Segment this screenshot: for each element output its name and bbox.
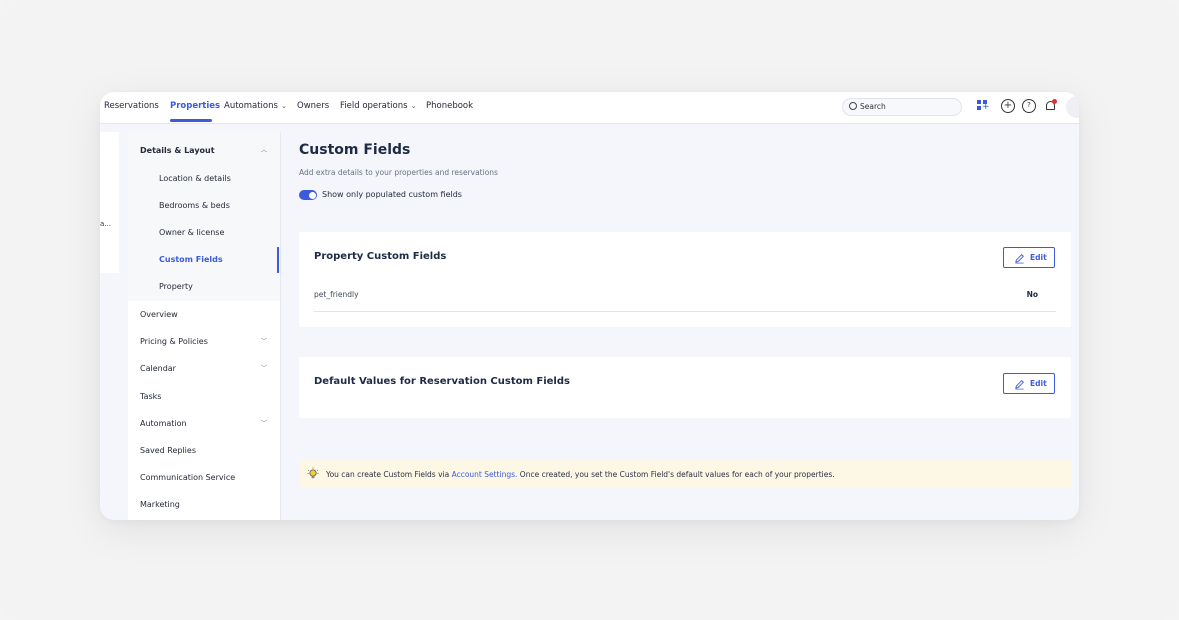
card-title: Default Values for Reservation Custom Fi… bbox=[314, 376, 570, 387]
property-custom-fields-card: Property Custom Fields Edit pet_friendly… bbox=[299, 232, 1071, 327]
nav-owners[interactable]: Owners bbox=[297, 100, 329, 112]
nav-active-indicator bbox=[170, 119, 212, 122]
apps-grid-icon[interactable]: + bbox=[977, 99, 991, 113]
chevron-down-icon[interactable]: ﹀ bbox=[261, 337, 267, 347]
nav-properties[interactable]: Properties bbox=[170, 100, 220, 112]
sidebar-item-calendar[interactable]: Calendar bbox=[140, 364, 176, 374]
sidebar-item-owner-license[interactable]: Owner & license bbox=[159, 228, 224, 238]
sidebar-item-communication-service[interactable]: Communication Service bbox=[140, 473, 235, 483]
toggle-label: Show only populated custom fields bbox=[322, 190, 462, 199]
lightbulb-icon bbox=[307, 467, 319, 479]
search-icon bbox=[849, 102, 857, 110]
chevron-up-icon[interactable]: ︿ bbox=[261, 146, 267, 156]
chevron-down-icon: ⌄ bbox=[280, 102, 287, 110]
sidebar-group-expanded bbox=[128, 132, 280, 301]
background-frame: Reservations Properties Automations ⌄ Own… bbox=[0, 0, 1179, 620]
sidebar-item-saved-replies[interactable]: Saved Replies bbox=[140, 446, 196, 456]
avatar[interactable] bbox=[1066, 96, 1079, 118]
sidebar-item-bedrooms-beds[interactable]: Bedrooms & beds bbox=[159, 201, 230, 211]
pencil-icon bbox=[1015, 380, 1024, 390]
notice-suffix: Once created, you set the Custom Field's… bbox=[517, 470, 835, 479]
nav-phonebook[interactable]: Phonebook bbox=[426, 100, 473, 112]
sidebar-item-automation[interactable]: Automation bbox=[140, 419, 187, 429]
edit-label: Edit bbox=[1030, 253, 1047, 262]
collapsed-property-panel: a... bbox=[100, 132, 119, 273]
field-name: pet_friendly bbox=[314, 290, 359, 299]
sidebar-item-property[interactable]: Property bbox=[159, 282, 193, 292]
bell-icon[interactable] bbox=[1044, 99, 1058, 113]
add-circle-icon[interactable]: + bbox=[1001, 99, 1015, 113]
account-settings-link[interactable]: Account Settings. bbox=[452, 470, 518, 479]
sidebar-item-tasks[interactable]: Tasks bbox=[140, 392, 161, 402]
notice-prefix: You can create Custom Fields via bbox=[326, 470, 452, 479]
reservation-custom-fields-card: Default Values for Reservation Custom Fi… bbox=[299, 357, 1071, 418]
nav-field-operations-label: Field operations bbox=[340, 101, 408, 111]
sidebar-item-marketing[interactable]: Marketing bbox=[140, 500, 180, 510]
table-row: pet_friendly No bbox=[314, 288, 1056, 312]
page-title: Custom Fields bbox=[299, 142, 411, 158]
sidebar-group-details-layout[interactable]: Details & Layout bbox=[140, 146, 215, 156]
chevron-down-icon[interactable]: ﹀ bbox=[261, 419, 267, 429]
card-title: Property Custom Fields bbox=[314, 251, 447, 262]
search-input[interactable]: Search bbox=[842, 98, 962, 116]
populated-fields-toggle[interactable] bbox=[299, 190, 317, 200]
edit-reservation-fields-button[interactable]: Edit bbox=[1003, 373, 1055, 394]
top-navigation: Reservations Properties Automations ⌄ Own… bbox=[100, 92, 1079, 124]
nav-reservations[interactable]: Reservations bbox=[104, 100, 159, 112]
sidebar-item-location-details[interactable]: Location & details bbox=[159, 174, 231, 184]
chevron-down-icon[interactable]: ﹀ bbox=[261, 364, 267, 374]
sidebar-item-overview[interactable]: Overview bbox=[140, 310, 178, 320]
nav-automations-label: Automations bbox=[224, 101, 278, 111]
notice-text: You can create Custom Fields via Account… bbox=[326, 470, 835, 479]
settings-sidebar: Details & Layout ︿ Location & details Be… bbox=[128, 132, 280, 520]
nav-field-operations[interactable]: Field operations ⌄ bbox=[340, 100, 416, 112]
edit-label: Edit bbox=[1030, 379, 1047, 388]
sidebar-item-pricing-policies[interactable]: Pricing & Policies bbox=[140, 337, 208, 347]
info-notice: You can create Custom Fields via Account… bbox=[299, 460, 1071, 488]
edit-property-fields-button[interactable]: Edit bbox=[1003, 247, 1055, 268]
nav-automations[interactable]: Automations ⌄ bbox=[224, 100, 287, 112]
page-subtitle: Add extra details to your properties and… bbox=[299, 168, 498, 177]
field-value: No bbox=[1026, 290, 1038, 299]
notification-dot bbox=[1052, 99, 1057, 104]
chat-help-icon[interactable]: ? bbox=[1022, 99, 1036, 113]
sidebar-divider bbox=[280, 132, 281, 520]
sidebar-active-indicator bbox=[277, 247, 279, 273]
search-placeholder: Search bbox=[860, 102, 886, 111]
pencil-icon bbox=[1015, 254, 1024, 264]
truncated-property-name: a... bbox=[100, 220, 111, 228]
chevron-down-icon: ⌄ bbox=[410, 102, 417, 110]
app-window: Reservations Properties Automations ⌄ Own… bbox=[100, 92, 1079, 520]
sidebar-item-custom-fields[interactable]: Custom Fields bbox=[159, 255, 223, 265]
